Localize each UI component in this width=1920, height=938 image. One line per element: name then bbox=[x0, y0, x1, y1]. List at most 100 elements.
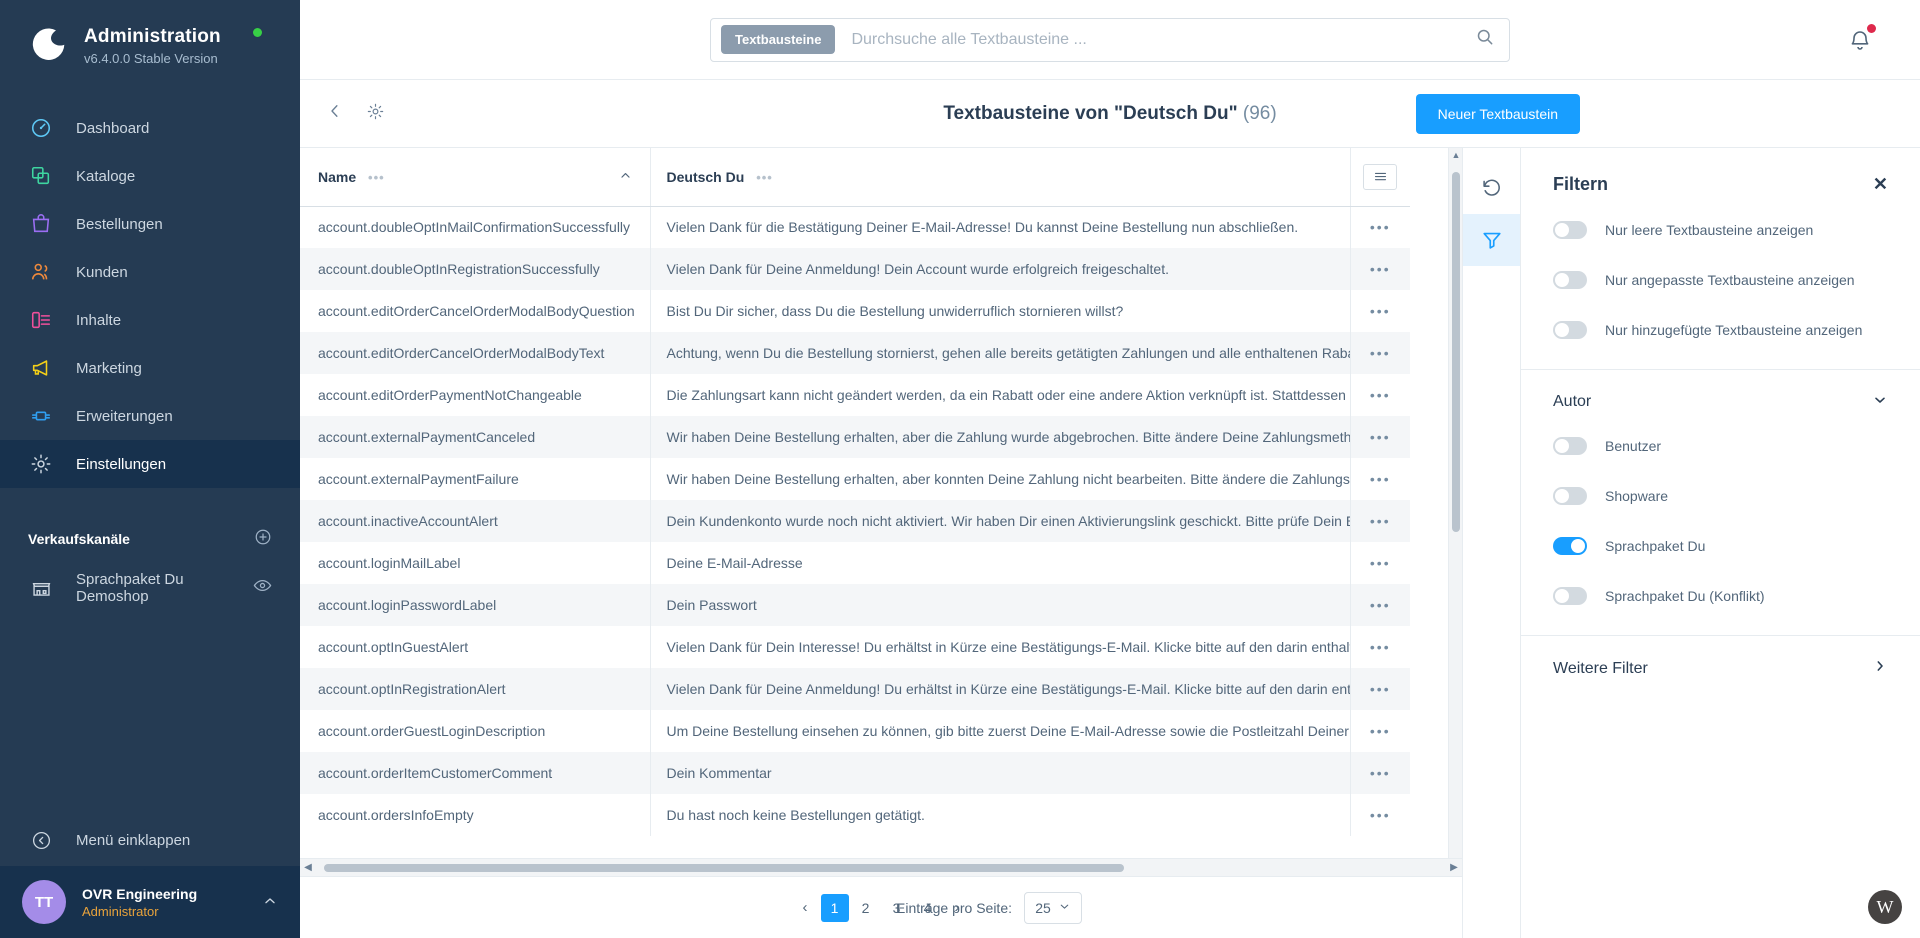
back-button[interactable] bbox=[326, 102, 344, 125]
chevron-down-icon[interactable] bbox=[1872, 392, 1888, 411]
table-row[interactable]: account.doubleOptInRegistrationSuccessfu… bbox=[300, 248, 1410, 290]
toggle-only-customized[interactable] bbox=[1553, 271, 1587, 289]
scroll-up-icon[interactable]: ▲ bbox=[1449, 150, 1462, 160]
scroll-left-icon[interactable]: ◀ bbox=[300, 862, 316, 873]
collapse-chevron-icon bbox=[28, 827, 54, 853]
eye-icon[interactable] bbox=[253, 576, 272, 600]
row-actions-icon[interactable]: ••• bbox=[1350, 206, 1410, 248]
brand-block[interactable]: Administration v6.4.0.0 Stable Version bbox=[0, 0, 300, 68]
column-header-name[interactable]: Name ••• bbox=[300, 148, 651, 207]
horizontal-scrollbar[interactable]: ◀ ▶ bbox=[300, 858, 1462, 876]
row-actions-icon[interactable]: ••• bbox=[1350, 794, 1410, 836]
add-sales-channel-icon[interactable] bbox=[254, 528, 272, 550]
table-row[interactable]: account.loginMailLabel Deine E-Mail-Adres… bbox=[300, 542, 1410, 584]
column-name-menu-icon[interactable]: ••• bbox=[368, 170, 385, 185]
row-actions-icon[interactable]: ••• bbox=[1350, 458, 1410, 500]
user-menu[interactable]: TT OVR Engineering Administrator bbox=[0, 866, 300, 938]
search-scope-chip[interactable]: Textbausteine bbox=[721, 25, 836, 54]
table-row[interactable]: account.editOrderPaymentNotChangeable Die… bbox=[300, 374, 1410, 416]
chevron-up-icon[interactable] bbox=[262, 893, 278, 912]
table-row[interactable]: account.externalPaymentFailure Wir haben … bbox=[300, 458, 1410, 500]
table-row[interactable]: account.optInGuestAlert Vielen Dank für D… bbox=[300, 626, 1410, 668]
filter-autor-sprachpaket-du[interactable]: Sprachpaket Du bbox=[1521, 521, 1920, 571]
pagination-prev[interactable]: ‹ bbox=[793, 899, 818, 916]
brand-text: Administration v6.4.0.0 Stable Version bbox=[84, 22, 221, 68]
sidebar-item-label: Inhalte bbox=[76, 311, 122, 329]
filter-group-autor[interactable]: Autor bbox=[1521, 370, 1920, 421]
table-row[interactable]: account.loginPasswordLabel Dein Passwort •… bbox=[300, 584, 1410, 626]
row-actions-icon[interactable]: ••• bbox=[1350, 752, 1410, 794]
filter-autor-shopware[interactable]: Shopware bbox=[1521, 471, 1920, 521]
filter-autor-sprachpaket-du-konflikt[interactable]: Sprachpaket Du (Konflikt) bbox=[1521, 571, 1920, 621]
filter-icon[interactable] bbox=[1462, 214, 1521, 266]
sidebar-item-einstellungen[interactable]: Einstellungen bbox=[0, 440, 300, 488]
global-search[interactable]: Textbausteine bbox=[710, 17, 1510, 62]
row-actions-icon[interactable]: ••• bbox=[1350, 626, 1410, 668]
wordpress-badge-icon[interactable]: W bbox=[1868, 890, 1902, 924]
row-actions-icon[interactable]: ••• bbox=[1350, 584, 1410, 626]
table-row[interactable]: account.editOrderCancelOrderModalBodyTex… bbox=[300, 332, 1410, 374]
scroll-right-icon[interactable]: ▶ bbox=[1446, 862, 1462, 873]
sidebar-item-erweiterungen[interactable]: Erweiterungen bbox=[0, 392, 300, 440]
sort-asc-icon[interactable] bbox=[619, 169, 632, 185]
table-row[interactable]: account.orderItemCustomerComment Dein Kom… bbox=[300, 752, 1410, 794]
filter-toggle-row-customized[interactable]: Nur angepasste Textbausteine anzeigen bbox=[1521, 255, 1920, 305]
page-settings-gear-icon[interactable] bbox=[366, 102, 385, 126]
table-row[interactable]: account.orderGuestLoginDescription Um Dei… bbox=[300, 710, 1410, 752]
horizontal-scroll-track[interactable] bbox=[316, 863, 1446, 872]
table-row[interactable]: account.optInRegistrationAlert Vielen Dan… bbox=[300, 668, 1410, 710]
close-icon[interactable]: ✕ bbox=[1873, 174, 1888, 195]
sidebar-item-kataloge[interactable]: Kataloge bbox=[0, 152, 300, 200]
toggle-only-added[interactable] bbox=[1553, 321, 1587, 339]
pagination-page-1[interactable]: 1 bbox=[820, 893, 849, 922]
collapse-menu-button[interactable]: Menü einklappen bbox=[0, 814, 300, 866]
table-row[interactable]: account.editOrderCancelOrderModalBodyQue… bbox=[300, 290, 1410, 332]
row-actions-icon[interactable]: ••• bbox=[1350, 248, 1410, 290]
reset-icon[interactable] bbox=[1463, 162, 1521, 214]
per-page-select[interactable]: 25 bbox=[1024, 891, 1082, 924]
row-actions-icon[interactable]: ••• bbox=[1350, 710, 1410, 752]
column-header-deutsch-du[interactable]: Deutsch Du ••• bbox=[650, 148, 1351, 207]
horizontal-scroll-thumb[interactable] bbox=[324, 863, 1124, 872]
row-actions-icon[interactable]: ••• bbox=[1350, 290, 1410, 332]
toggle-autor-benutzer[interactable] bbox=[1553, 437, 1587, 455]
table-row[interactable]: account.ordersInfoEmpty Du hast noch kein… bbox=[300, 794, 1410, 836]
sidebar-item-sprachpaket-du-demoshop[interactable]: Sprachpaket Du Demoshop bbox=[0, 564, 300, 612]
row-actions-icon[interactable]: ••• bbox=[1350, 332, 1410, 374]
table-options-button[interactable] bbox=[1363, 163, 1398, 190]
filter-toggle-row-empty[interactable]: Nur leere Textbausteine anzeigen bbox=[1521, 205, 1920, 255]
more-filters-button[interactable]: Weitere Filter bbox=[1521, 635, 1920, 701]
search-icon[interactable] bbox=[1475, 27, 1495, 52]
vertical-scrollbar[interactable]: ▲ bbox=[1448, 148, 1462, 858]
toggle-autor-shopware[interactable] bbox=[1553, 487, 1587, 505]
store-icon bbox=[28, 575, 54, 601]
sidebar-item-inhalte[interactable]: Inhalte bbox=[0, 296, 300, 344]
vertical-scroll-thumb[interactable] bbox=[1452, 172, 1460, 532]
cell-name: account.inactiveAccountAlert bbox=[300, 500, 651, 542]
pagination-page-2[interactable]: 2 bbox=[852, 894, 880, 922]
row-actions-icon[interactable]: ••• bbox=[1350, 500, 1410, 542]
row-actions-icon[interactable]: ••• bbox=[1350, 374, 1410, 416]
filter-autor-benutzer[interactable]: Benutzer bbox=[1521, 421, 1920, 471]
row-actions-icon[interactable]: ••• bbox=[1350, 416, 1410, 458]
row-actions-icon[interactable]: ••• bbox=[1350, 542, 1410, 584]
filter-toggle-row-added[interactable]: Nur hinzugefügte Textbausteine anzeigen bbox=[1521, 305, 1920, 355]
sidebar-item-marketing[interactable]: Marketing bbox=[0, 344, 300, 392]
new-snippet-button[interactable]: Neuer Textbaustein bbox=[1415, 94, 1580, 134]
table-row[interactable]: account.doubleOptInMailConfirmationSucce… bbox=[300, 206, 1410, 248]
table-row[interactable]: account.externalPaymentCanceled Wir haben… bbox=[300, 416, 1410, 458]
cell-value: Wir haben Deine Bestellung erhalten, abe… bbox=[650, 458, 1351, 500]
table-row[interactable]: account.inactiveAccountAlert Dein Kundenk… bbox=[300, 500, 1410, 542]
sidebar-item-dashboard[interactable]: Dashboard bbox=[0, 104, 300, 152]
sidebar-item-kunden[interactable]: Kunden bbox=[0, 248, 300, 296]
column-deutsch-du-menu-icon[interactable]: ••• bbox=[756, 170, 773, 185]
toggle-only-empty[interactable] bbox=[1553, 221, 1587, 239]
toggle-autor-sprachpaket-du[interactable] bbox=[1553, 537, 1587, 555]
toggle-autor-sprachpaket-du-konflikt[interactable] bbox=[1553, 587, 1587, 605]
sidebar-item-bestellungen[interactable]: Bestellungen bbox=[0, 200, 300, 248]
chevron-right-icon[interactable] bbox=[1872, 658, 1888, 679]
row-actions-icon[interactable]: ••• bbox=[1350, 668, 1410, 710]
filter-option-label: Benutzer bbox=[1605, 438, 1662, 454]
search-input[interactable] bbox=[835, 30, 1475, 49]
